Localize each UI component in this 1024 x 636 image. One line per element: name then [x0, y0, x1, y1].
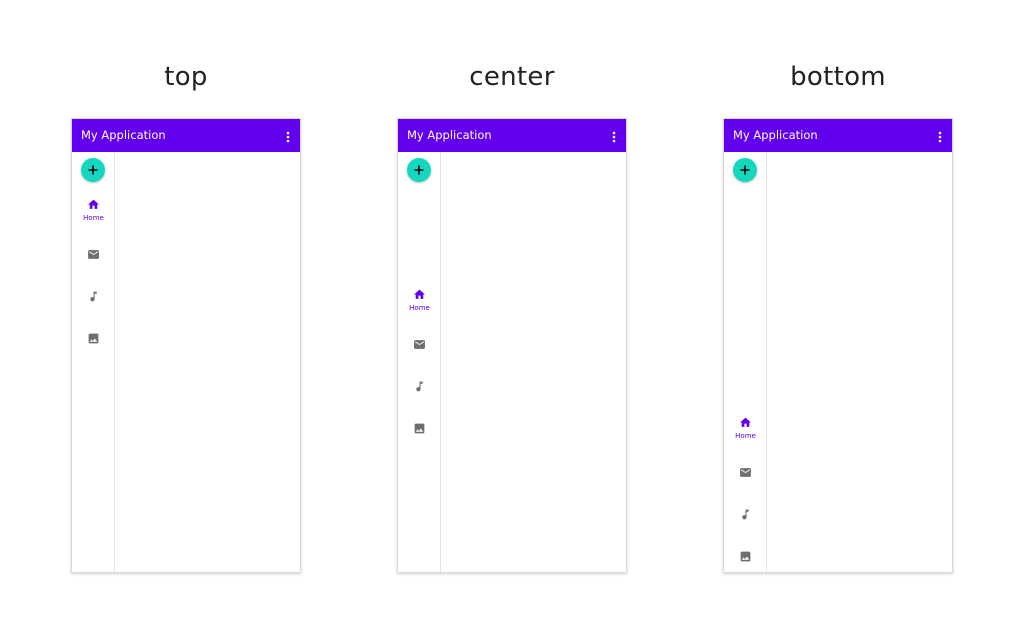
- rail-item-image[interactable]: [724, 536, 767, 572]
- image-icon: [88, 333, 99, 344]
- phone-frame-center: My Application Home: [397, 118, 627, 573]
- mail-icon: [88, 250, 99, 259]
- navigation-rail: Home: [724, 152, 767, 572]
- caption-bottom: bottom: [790, 62, 886, 92]
- rail-item-label: Home: [409, 304, 430, 312]
- navigation-rail: Home: [72, 152, 115, 572]
- rail-item-mail[interactable]: [724, 452, 767, 494]
- app-title: My Application: [81, 128, 166, 142]
- mail-icon: [740, 468, 751, 477]
- fab-add-button[interactable]: [81, 158, 105, 182]
- rail-item-label: Home: [735, 432, 756, 440]
- top-app-bar: My Application: [724, 119, 952, 152]
- caption-center: center: [469, 62, 555, 92]
- home-icon: [88, 199, 99, 209]
- rail-item-music[interactable]: [398, 366, 441, 408]
- image-icon: [414, 423, 425, 434]
- more-vert-icon[interactable]: [284, 129, 292, 143]
- rail-item-mail[interactable]: [72, 234, 115, 276]
- fab-add-button[interactable]: [407, 158, 431, 182]
- content-area: [441, 152, 626, 572]
- music-note-icon: [90, 291, 97, 302]
- music-note-icon: [416, 381, 423, 392]
- rail-item-image[interactable]: [398, 408, 441, 450]
- music-note-icon: [742, 509, 749, 520]
- more-vert-icon[interactable]: [936, 129, 944, 143]
- mail-icon: [414, 340, 425, 349]
- phone-frame-bottom: My Application Home: [723, 118, 953, 573]
- app-title: My Application: [407, 128, 492, 142]
- more-vert-icon[interactable]: [610, 129, 618, 143]
- add-icon: [88, 165, 98, 175]
- content-area: [115, 152, 300, 572]
- rail-item-music[interactable]: [72, 276, 115, 318]
- rail-item-image[interactable]: [72, 318, 115, 360]
- rail-item-label: Home: [83, 214, 104, 222]
- rail-item-music[interactable]: [724, 494, 767, 536]
- caption-top: top: [164, 62, 208, 92]
- home-icon: [740, 417, 751, 427]
- home-icon: [414, 289, 425, 299]
- rail-item-mail[interactable]: [398, 324, 441, 366]
- app-title: My Application: [733, 128, 818, 142]
- rail-item-home[interactable]: Home: [724, 410, 767, 452]
- rail-item-home[interactable]: Home: [72, 192, 115, 234]
- add-icon: [740, 165, 750, 175]
- navigation-rail: Home: [398, 152, 441, 572]
- image-icon: [740, 551, 751, 562]
- phone-frame-top: My Application Home: [71, 118, 301, 573]
- add-icon: [414, 165, 424, 175]
- top-app-bar: My Application: [72, 119, 300, 152]
- fab-add-button[interactable]: [733, 158, 757, 182]
- top-app-bar: My Application: [398, 119, 626, 152]
- rail-item-home[interactable]: Home: [398, 282, 441, 324]
- content-area: [767, 152, 952, 572]
